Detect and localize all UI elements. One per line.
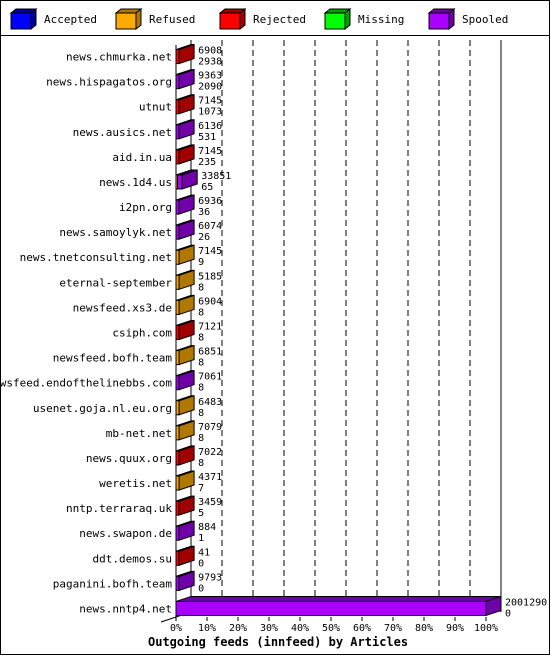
value-label-total: 7121	[198, 322, 222, 333]
value-label-accepted: 1073	[198, 107, 222, 118]
value-label-total: 41	[198, 547, 210, 558]
category-label: nntp.terraraq.uk	[66, 502, 172, 515]
value-label-accepted: 8	[198, 358, 204, 369]
value-label-total: 9363	[198, 71, 222, 82]
category-label: i2pn.org	[119, 201, 172, 214]
value-label-accepted: 531	[198, 132, 216, 143]
value-label-accepted: 0	[198, 583, 204, 594]
bar-segment-spooled	[175, 600, 487, 616]
x-tick-label: 0%	[170, 623, 182, 634]
x-tick-label: 70%	[384, 623, 402, 634]
bar-segment-top	[175, 595, 502, 602]
x-tick-label: 60%	[353, 623, 371, 634]
value-label-accepted: 1	[198, 533, 204, 544]
value-label-accepted: 8	[198, 282, 204, 293]
x-tick-label: 80%	[415, 623, 433, 634]
category-label: news.tnetconsulting.net	[20, 251, 172, 264]
value-label-total: 7145	[198, 96, 222, 107]
value-label-total: 7145	[198, 146, 222, 157]
category-label: weretis.net	[99, 477, 172, 490]
category-label: ddt.demos.su	[93, 552, 172, 565]
value-label-total: 7022	[198, 447, 222, 458]
value-label-accepted: 9	[198, 257, 204, 268]
category-label: news.chmurka.net	[66, 51, 172, 64]
value-label-accepted: 65	[201, 182, 213, 193]
value-label-total: 9793	[198, 572, 222, 583]
value-label-total: 5185	[198, 271, 222, 282]
x-tick-label: 40%	[291, 623, 309, 634]
x-tick-label: 90%	[446, 623, 464, 634]
category-label: paganini.bofh.team	[53, 577, 173, 590]
category-label: news.nntp4.net	[79, 602, 172, 615]
value-label-accepted: 8	[198, 383, 204, 394]
category-label: news.ausics.net	[73, 126, 172, 139]
x-tick-label: 20%	[229, 623, 247, 634]
value-label-total: 6936	[198, 196, 222, 207]
value-label-total: 2001290	[505, 597, 547, 608]
x-axis-stub	[160, 616, 177, 623]
value-label-total: 4371	[198, 472, 222, 483]
x-tick-label: 100%	[474, 623, 498, 634]
value-label-total: 884	[198, 522, 216, 533]
value-label-accepted: 2938	[198, 57, 222, 68]
value-label-total: 6483	[198, 397, 222, 408]
value-label-accepted: 0	[198, 558, 204, 569]
category-label: eternal-september	[59, 276, 172, 289]
value-label-accepted: 5	[198, 508, 204, 519]
value-label-accepted: 26	[198, 232, 210, 243]
value-label-total: 33851	[201, 171, 231, 182]
value-label-accepted: 7	[198, 483, 204, 494]
x-tick-label: 10%	[198, 623, 216, 634]
value-label-total: 6851	[198, 347, 222, 358]
value-label-accepted: 0	[505, 608, 511, 619]
category-label: csiph.com	[112, 327, 172, 340]
category-label: newsfeed.endofthelinebbs.com	[0, 377, 172, 390]
bar-row	[175, 595, 502, 617]
value-label-total: 7145	[198, 246, 222, 257]
bar-row	[175, 169, 198, 190]
value-label-total: 6136	[198, 121, 222, 132]
value-label-accepted: 8	[198, 333, 204, 344]
value-label-accepted: 235	[198, 157, 216, 168]
category-label: news.1d4.us	[99, 176, 172, 189]
category-label: newsfeed.bofh.team	[53, 352, 173, 365]
category-label: mb-net.net	[106, 427, 172, 440]
x-tick-label: 50%	[322, 623, 340, 634]
value-label-total: 3459	[198, 497, 222, 508]
category-label: newsfeed.xs3.de	[73, 301, 172, 314]
value-label-total: 6908	[198, 46, 222, 57]
value-label-total: 6074	[198, 221, 222, 232]
value-label-accepted: 8	[198, 458, 204, 469]
category-label: news.swapon.de	[79, 527, 172, 540]
value-label-accepted: 36	[198, 207, 210, 218]
value-label-total: 7079	[198, 422, 222, 433]
chart-title: Outgoing feeds (innfeed) by Articles	[148, 635, 408, 649]
chart-plot: 0% 10% 20% 30% 40% 50% 60% 70% 80% 90% 100% news.ch…	[0, 40, 547, 649]
bar-segment-spooled	[177, 174, 183, 190]
value-label-total: 7061	[198, 372, 222, 383]
category-label: news.quux.org	[86, 452, 172, 465]
value-label-accepted: 8	[198, 408, 204, 419]
value-label-total: 6904	[198, 296, 222, 307]
value-label-accepted: 8	[198, 307, 204, 318]
category-label: utnut	[139, 101, 172, 114]
category-label: aid.in.ua	[112, 151, 172, 164]
category-label: news.samoylyk.net	[59, 226, 172, 239]
category-label: usenet.goja.nl.eu.org	[33, 402, 172, 415]
value-label-accepted: 2090	[198, 82, 222, 93]
value-label-accepted: 8	[198, 433, 204, 444]
x-tick-label: 30%	[260, 623, 278, 634]
category-label: news.hispagatos.org	[46, 76, 172, 89]
